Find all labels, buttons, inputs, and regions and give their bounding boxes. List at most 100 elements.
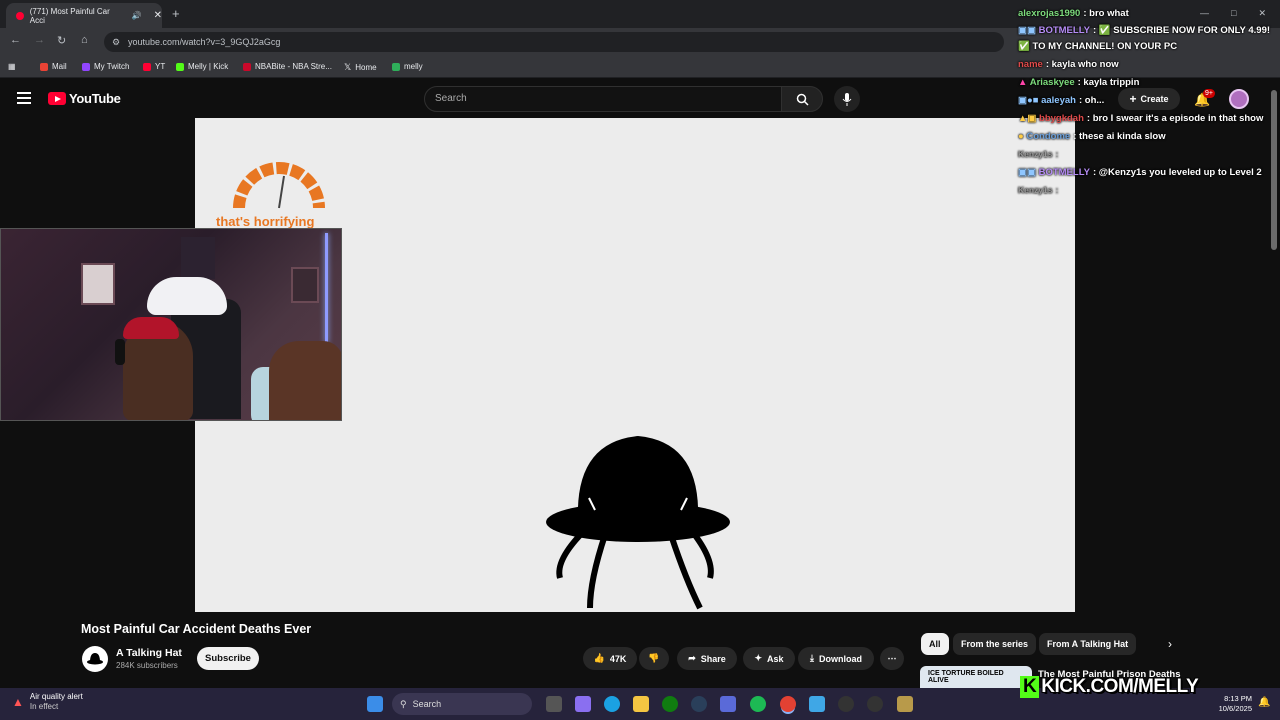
back-icon[interactable]: ← xyxy=(10,34,21,46)
voice-search-button[interactable] xyxy=(834,86,860,112)
minimize-icon[interactable]: — xyxy=(1200,8,1209,19)
window-controls[interactable]: — □ ✕ xyxy=(1200,8,1266,19)
steam-icon[interactable] xyxy=(691,696,707,712)
like-count: 47K xyxy=(609,653,627,664)
bookmark-twitch[interactable]: My Twitch xyxy=(82,62,129,71)
chat-badges-icon: ▲▣ xyxy=(1018,113,1040,124)
page-scrollbar[interactable] xyxy=(1271,90,1277,250)
app-icon[interactable] xyxy=(897,696,913,712)
bookmark-nbabite[interactable]: NBABite - NBA Stre... xyxy=(243,62,332,71)
chrome-icon[interactable] xyxy=(780,696,796,712)
weather-widget[interactable]: ▲ Air quality alert In effect xyxy=(12,692,83,712)
chat-text: : bro what xyxy=(1083,8,1129,19)
speaker-icon[interactable]: 🔊 xyxy=(132,11,142,20)
hat-icon xyxy=(87,653,103,665)
download-button[interactable]: ⤓ Download xyxy=(798,647,874,670)
new-tab-icon[interactable]: + xyxy=(172,6,180,21)
chat-text: : @Kenzy1s you leveled up to Level 2 xyxy=(1092,167,1262,178)
site-info-icon[interactable]: ⚙ xyxy=(112,37,120,48)
like-button[interactable]: 👍 47K xyxy=(583,647,637,670)
menu-icon[interactable] xyxy=(17,92,31,104)
photos-icon[interactable] xyxy=(809,696,825,712)
arm xyxy=(269,341,341,420)
copilot-icon[interactable] xyxy=(575,696,591,712)
kick-logo-icon: K xyxy=(1020,676,1040,698)
search-button[interactable] xyxy=(781,86,823,112)
chat-message: name: kayla who now xyxy=(1018,59,1119,70)
channel-avatar[interactable] xyxy=(82,646,108,672)
chat-text: : xyxy=(1055,185,1059,195)
notifications-button[interactable]: 🔔 9+ xyxy=(1194,89,1215,109)
url-bar[interactable]: ⚙ youtube.com/watch?v=3_9GQJ2aGcg xyxy=(104,32,1004,52)
taskbar-search[interactable]: ⚲ Search xyxy=(392,693,532,715)
talking-hat-illustration xyxy=(546,436,730,610)
home-icon[interactable]: ⌂ xyxy=(81,34,88,46)
close-tab-icon[interactable]: ✕ xyxy=(154,10,162,21)
youtube-logo[interactable]: YouTube xyxy=(48,91,121,106)
dislike-button[interactable]: 👎 xyxy=(639,647,669,670)
close-window-icon[interactable]: ✕ xyxy=(1258,8,1266,19)
reload-icon[interactable]: ↻ xyxy=(57,34,66,47)
apps-grid-icon[interactable]: ▦ xyxy=(8,62,16,71)
plus-icon: + xyxy=(1129,92,1137,106)
browser-tab[interactable]: (771) Most Painful Car Acci 🔊 ✕ xyxy=(6,3,162,28)
recommended-thumbnail[interactable]: ICE TORTURE BOILED ALIVE xyxy=(920,666,1032,690)
chat-username: name xyxy=(1018,59,1043,70)
share-button[interactable]: ➦ Share xyxy=(677,647,737,670)
notification-center-icon[interactable]: 🔔 xyxy=(1258,697,1270,708)
subscribe-button[interactable]: Subscribe xyxy=(197,647,259,670)
tab-title: (771) Most Painful Car Acci xyxy=(29,6,110,25)
chips-next-icon[interactable]: › xyxy=(1168,637,1172,651)
media-player-icon[interactable] xyxy=(838,696,854,712)
forward-icon[interactable]: → xyxy=(34,34,45,46)
bookmark-label: NBABite - NBA Stre... xyxy=(255,62,332,71)
search-input[interactable]: Search xyxy=(424,86,782,112)
poster-frame xyxy=(81,263,115,305)
chip-from-series[interactable]: From the series xyxy=(953,633,1037,655)
bookmark-x-home[interactable]: 𝕏 Home xyxy=(344,62,377,73)
streamer-webcam xyxy=(0,228,342,421)
spotify-icon[interactable] xyxy=(750,696,766,712)
app-icon[interactable] xyxy=(867,696,883,712)
chip-all[interactable]: All xyxy=(921,633,949,655)
twitch-icon xyxy=(82,62,90,71)
bookmark-melly[interactable]: melly xyxy=(392,62,423,71)
x-icon: 𝕏 xyxy=(344,62,352,72)
chat-message: ▣●■ aaleyah: oh... xyxy=(1018,95,1104,106)
xbox-icon[interactable] xyxy=(662,696,678,712)
chat-username: Condome xyxy=(1026,131,1071,142)
chat-username: BOTMELLY xyxy=(1038,25,1090,36)
chat-username: BOTMELLY xyxy=(1038,167,1090,178)
store-icon[interactable] xyxy=(720,696,736,712)
edge-icon[interactable] xyxy=(604,696,620,712)
bookmark-mail[interactable]: Mail xyxy=(40,62,67,71)
avatar[interactable] xyxy=(1229,89,1249,109)
chat-text: : oh... xyxy=(1078,95,1105,106)
windows-start-icon[interactable] xyxy=(367,696,383,712)
bookmark-label: Mail xyxy=(52,62,67,71)
chat-badges-icon: ▣●■ xyxy=(1018,95,1042,106)
task-view-icon[interactable] xyxy=(546,696,562,712)
bookmark-kick[interactable]: Melly | Kick xyxy=(176,62,228,71)
poster-frame xyxy=(181,237,215,279)
weather-subtitle: In effect xyxy=(29,702,59,711)
ask-button[interactable]: ✦ Ask xyxy=(743,647,795,670)
channel-name[interactable]: A Talking Hat xyxy=(116,647,182,659)
bookmark-label: My Twitch xyxy=(94,62,130,71)
chat-username: Ariaskyee xyxy=(1029,77,1075,88)
maximize-icon[interactable]: □ xyxy=(1231,8,1236,19)
file-explorer-icon[interactable] xyxy=(633,696,649,712)
gauge-icon xyxy=(233,162,325,209)
sparkle-icon: ✦ xyxy=(754,653,763,663)
chat-username: aaleyah xyxy=(1041,95,1076,106)
nba-icon xyxy=(243,62,251,71)
chat-text: : ✅ SUBSCRIBE NOW FOR ONLY 4.99! xyxy=(1092,25,1271,36)
video-title: Most Painful Car Accident Deaths Ever xyxy=(81,622,312,636)
more-icon: ⋯ xyxy=(887,653,897,663)
create-button[interactable]: + Create xyxy=(1118,88,1180,110)
chip-from-channel[interactable]: From A Talking Hat xyxy=(1039,633,1137,655)
share-label: Share xyxy=(700,653,726,664)
more-actions-button[interactable]: ⋯ xyxy=(880,647,904,670)
bookmark-yt[interactable]: YT xyxy=(143,62,165,71)
chat-username: bbygkdah xyxy=(1039,113,1084,124)
